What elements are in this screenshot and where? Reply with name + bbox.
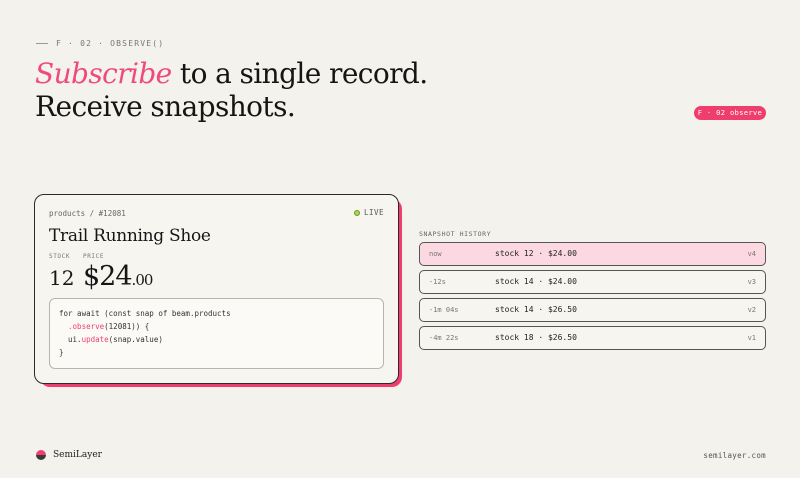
live-indicator: LIVE (353, 208, 384, 217)
snapshot-version: v1 (747, 334, 756, 342)
code-line-4: } (59, 348, 64, 357)
price-cents: .00 (131, 271, 154, 289)
footer-url-link[interactable]: semilayer.com (703, 451, 766, 460)
snapshot-value: stock 14 · $26.50 (495, 305, 577, 314)
snapshot-row[interactable]: -12s stock 14 · $24.00 v3 (419, 270, 766, 294)
semilayer-logo-icon (36, 450, 46, 460)
brand-name: SemiLayer (53, 450, 102, 460)
stock-value: 12 (49, 266, 75, 290)
code-line-1: for await (const snap of beam.products (59, 309, 231, 318)
snapshot-time: -12s (429, 278, 446, 286)
snapshot-version: v4 (747, 250, 756, 258)
price-label: PRICE (83, 253, 105, 260)
price-value: $24.00 (83, 261, 154, 292)
live-label: LIVE (363, 208, 384, 217)
headline-accent: Subscribe (35, 57, 172, 90)
snapshot-value: stock 14 · $24.00 (495, 277, 577, 286)
snapshot-row[interactable]: -1m 04s stock 14 · $26.50 v2 (419, 298, 766, 322)
record-card: products / #12081 LIVE Trail Running Sho… (34, 194, 399, 384)
field-labels: STOCK PRICE (49, 253, 104, 260)
headline: Subscribe to a single record. Receive sn… (35, 57, 428, 123)
snapshot-history-label: SNAPSHOT HISTORY (419, 230, 492, 238)
headline-line-1: Subscribe to a single record. (35, 57, 428, 90)
code-ui-obj: ui. (68, 335, 82, 344)
code-line-3-rest: (snap.value) (108, 335, 163, 344)
record-values: 12 $24.00 (49, 261, 154, 292)
live-dot-icon (353, 209, 360, 216)
snapshot-version: v2 (747, 306, 756, 314)
snapshot-time: -4m 22s (429, 334, 459, 342)
snapshot-row[interactable]: -4m 22s stock 18 · $26.50 v1 (419, 326, 766, 350)
snapshot-time: -1m 04s (429, 306, 459, 314)
code-snippet: for await (const snap of beam.products .… (49, 298, 384, 369)
product-title: Trail Running Shoe (49, 226, 211, 246)
price-main: $24 (83, 261, 133, 292)
footer-brand[interactable]: SemiLayer (36, 450, 102, 460)
code-line-2: .observe(12081)) { (59, 320, 374, 333)
feature-tag-badge: F · 02 observe (694, 106, 766, 120)
snapshot-version: v3 (747, 278, 756, 286)
snapshot-row[interactable]: now stock 12 · $24.00 v4 (419, 242, 766, 266)
code-update-fn: update (81, 335, 109, 344)
snapshot-time: now (429, 250, 442, 258)
snapshot-history-list: now stock 12 · $24.00 v4 -12s stock 14 ·… (419, 242, 766, 354)
code-line-3: ui.update(snap.value) (59, 333, 374, 346)
eyebrow-label: F · 02 · OBSERVE() (56, 39, 165, 48)
headline-line-2: Receive snapshots. (35, 90, 296, 123)
snapshot-value: stock 18 · $26.50 (495, 333, 577, 342)
snapshot-value: stock 12 · $24.00 (495, 249, 577, 258)
code-line-2-rest: (12081)) { (104, 322, 150, 331)
headline-line-1-rest: to a single record. (171, 57, 428, 90)
eyebrow: F · 02 · OBSERVE() (36, 39, 164, 48)
stock-label: STOCK (49, 253, 71, 260)
code-observe-fn: .observe (68, 322, 105, 331)
record-path: products / #12081 (49, 209, 126, 218)
eyebrow-rule (36, 43, 48, 44)
